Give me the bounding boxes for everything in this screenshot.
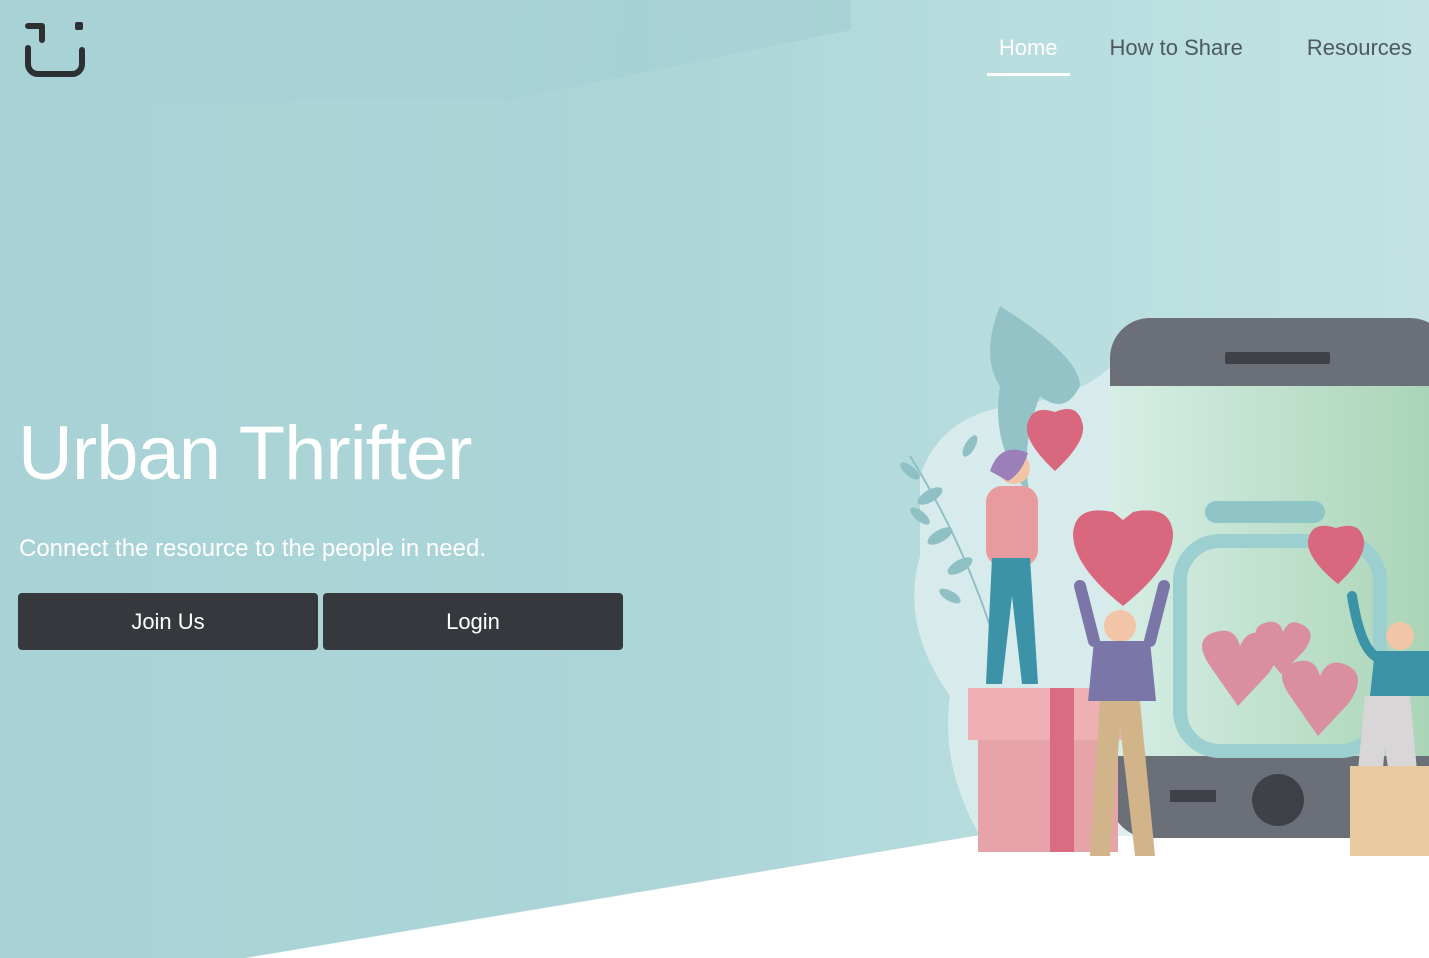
nav-home[interactable]: Home xyxy=(986,0,1070,96)
login-button[interactable]: Login xyxy=(323,593,623,650)
navbar: Home How to Share Resources xyxy=(0,0,1429,96)
people-sharing-hearts-phone-illustration xyxy=(900,306,1429,856)
nav-resources[interactable]: Resources xyxy=(1295,0,1429,96)
brand-logo-icon[interactable] xyxy=(24,18,86,80)
nav-how-to-share[interactable]: How to Share xyxy=(1098,0,1255,96)
join-us-button[interactable]: Join Us xyxy=(18,593,318,650)
hero-subtitle: Connect the resource to the people in ne… xyxy=(19,535,486,562)
hero-title: Urban Thrifter xyxy=(18,411,472,496)
nav-links: Home How to Share Resources xyxy=(986,0,1429,96)
